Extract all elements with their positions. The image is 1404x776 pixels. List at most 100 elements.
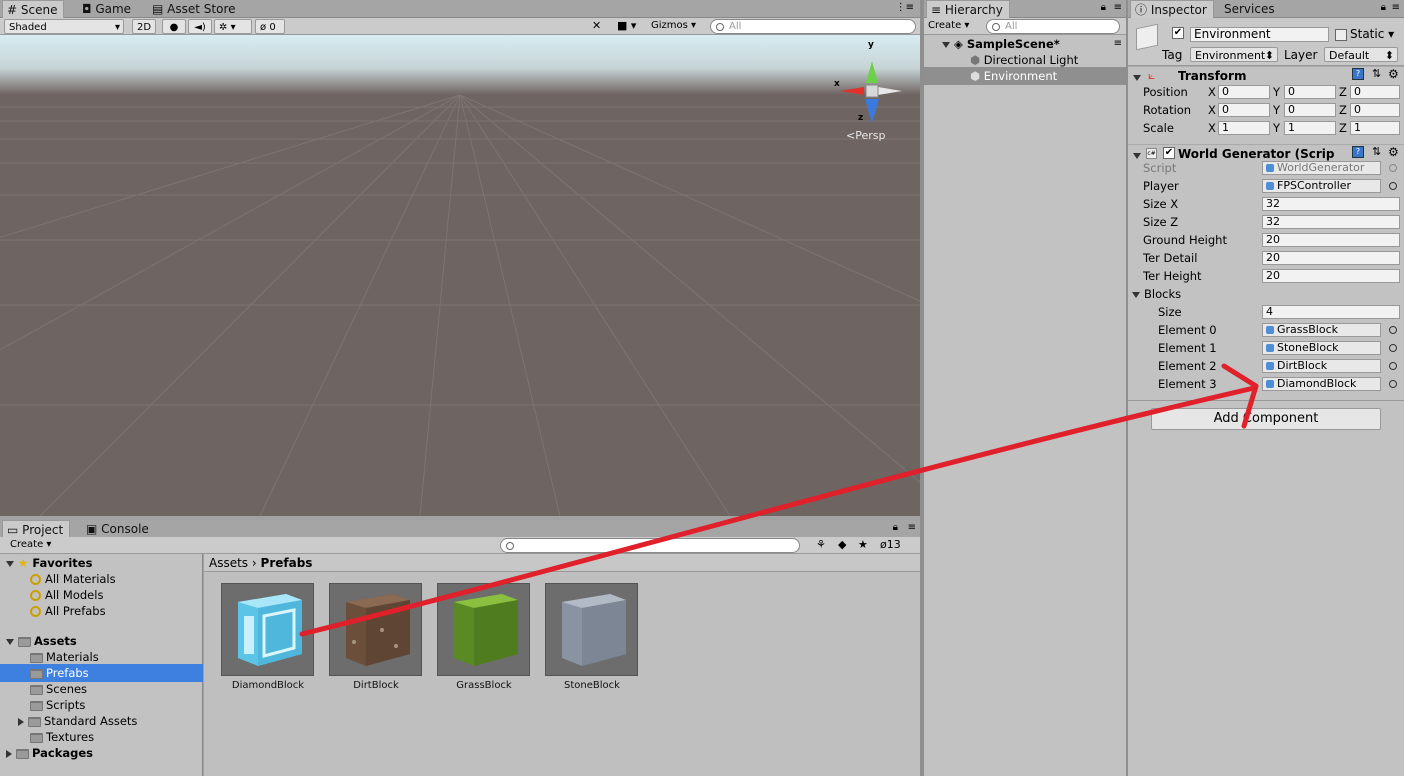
scale-y-field[interactable]: 1 <box>1284 121 1336 135</box>
project-search-input[interactable] <box>500 538 800 553</box>
active-checkbox[interactable]: ✔ <box>1172 27 1184 39</box>
lock-icon[interactable]: 🔒︎ <box>893 522 898 533</box>
transform-component-header[interactable]: ⟀ Transform ? ⇅ ⚙ <box>1128 66 1404 84</box>
tab-console[interactable]: ▣ Console <box>82 520 155 538</box>
element-2-field[interactable]: DirtBlock <box>1262 359 1381 373</box>
player-field[interactable]: FPSController <box>1262 179 1381 193</box>
object-picker-icon[interactable] <box>1389 362 1397 370</box>
tag-dropdown[interactable]: Environment ⬍ <box>1190 47 1278 62</box>
projection-toggle[interactable]: <Persp <box>846 129 885 142</box>
gamepad-icon: ◘ <box>82 2 92 16</box>
breadcrumb-prefabs[interactable]: Prefabs <box>261 556 313 570</box>
audio-toggle[interactable]: ◄) <box>188 19 212 34</box>
tab-asset-store[interactable]: ▤ Asset Store <box>148 0 242 18</box>
tab-game[interactable]: ◘ Game <box>78 0 137 18</box>
ter-detail-field[interactable]: 20 <box>1262 251 1400 265</box>
gear-icon[interactable]: ⚙ <box>1388 145 1399 159</box>
hidden-objects-toggle[interactable]: ø 0 <box>255 19 285 34</box>
prefab-thumbnail-diamondblock[interactable] <box>221 583 314 676</box>
rotation-z-field[interactable]: 0 <box>1350 103 1400 117</box>
search-icon <box>30 574 41 585</box>
help-icon[interactable]: ? <box>1352 146 1364 158</box>
favorite-item-all-prefabs[interactable]: All Prefabs <box>30 602 106 620</box>
tab-scene[interactable]: # Scene <box>2 0 65 18</box>
gear-icon[interactable]: ⚙ <box>1388 67 1399 81</box>
object-picker-icon[interactable] <box>1389 326 1397 334</box>
object-picker-icon[interactable] <box>1389 344 1397 352</box>
element-1-field[interactable]: StoneBlock <box>1262 341 1381 355</box>
tab-project[interactable]: ▭ Project <box>2 520 71 538</box>
object-name-field[interactable]: Environment <box>1190 27 1329 42</box>
breadcrumb-assets[interactable]: Assets <box>209 556 248 570</box>
size-x-field[interactable]: 32 <box>1262 197 1400 211</box>
static-checkbox[interactable] <box>1335 29 1347 41</box>
gameobject-cube-icon: ⬢ <box>970 69 981 83</box>
breadcrumb-separator-icon: › <box>251 556 257 570</box>
blocks-foldout[interactable]: Blocks <box>1132 285 1181 303</box>
component-enabled-checkbox[interactable]: ✔ <box>1163 147 1175 159</box>
hidden-packages-toggle[interactable]: ø13 <box>880 538 901 551</box>
element-3-field[interactable]: DiamondBlock <box>1262 377 1381 391</box>
packages-header[interactable]: Packages <box>6 744 93 762</box>
scene-search-input[interactable]: All <box>710 19 916 34</box>
store-icon: ▤ <box>152 2 164 16</box>
view-gizmo[interactable]: y x z <box>830 40 910 129</box>
panel-menu-icon[interactable]: ≡ <box>1114 2 1122 13</box>
star-icon[interactable]: ★ <box>858 538 868 551</box>
object-picker-icon[interactable] <box>1389 380 1397 388</box>
panel-menu-icon[interactable]: ≡ <box>1392 2 1400 13</box>
shading-mode-dropdown[interactable]: Shaded ▾ <box>4 19 124 34</box>
scale-x-field[interactable]: 1 <box>1218 121 1270 135</box>
help-icon[interactable]: ? <box>1352 68 1364 80</box>
project-create-dropdown[interactable]: Create ▾ <box>10 539 51 550</box>
panel-menu-icon[interactable]: ≡ <box>908 522 916 533</box>
element-1-label: Element 1 <box>1158 341 1217 355</box>
hierarchy-toolbar: Create ▾ All <box>924 18 1126 35</box>
preset-icon[interactable]: ⇅ <box>1372 145 1381 158</box>
prefab-thumbnail-grassblock[interactable] <box>437 583 530 676</box>
gizmo-axis-z-label: z <box>858 113 864 123</box>
scale-z-field[interactable]: 1 <box>1350 121 1400 135</box>
rotation-y-field[interactable]: 0 <box>1284 103 1336 117</box>
gizmos-dropdown[interactable]: Gizmos ▾ <box>651 20 696 31</box>
preset-icon[interactable]: ⇅ <box>1372 67 1381 80</box>
position-x-field[interactable]: 0 <box>1218 85 1270 99</box>
search-icon <box>30 590 41 601</box>
cube-icon <box>346 594 410 666</box>
filter-by-label-icon[interactable]: ◆ <box>838 538 846 551</box>
camera-dropdown[interactable]: ■ ▾ <box>617 19 636 32</box>
position-y-field[interactable]: 0 <box>1284 85 1336 99</box>
rotation-x-field[interactable]: 0 <box>1218 103 1270 117</box>
hierarchy-item-environment[interactable]: ⬢ Environment <box>924 67 1126 85</box>
folder-icon: ▭ <box>7 523 19 537</box>
tools-icon[interactable]: ✕ <box>592 19 601 32</box>
lock-icon[interactable]: 🔒︎ <box>1101 2 1106 13</box>
blocks-size-field[interactable]: 4 <box>1262 305 1400 319</box>
ground-height-field[interactable]: 20 <box>1262 233 1400 247</box>
element-0-field[interactable]: GrassBlock <box>1262 323 1381 337</box>
effects-dropdown[interactable]: ✲ ▾ <box>214 19 252 34</box>
panel-menu-icon[interactable]: ⋮≡ <box>896 2 914 13</box>
filter-by-type-icon[interactable]: ⚘ <box>816 538 826 551</box>
prefab-thumbnail-dirtblock[interactable] <box>329 583 422 676</box>
tab-services[interactable]: Services <box>1220 0 1281 18</box>
prefab-thumbnail-stoneblock[interactable] <box>545 583 638 676</box>
tab-inspector[interactable]: ⓘ Inspector <box>1130 0 1214 18</box>
fold-arrow-icon <box>6 638 14 645</box>
tab-hierarchy[interactable]: ≡ Hierarchy <box>926 0 1010 18</box>
transform-position-label: Position <box>1143 85 1188 99</box>
2d-toggle[interactable]: 2D <box>132 19 157 34</box>
ter-height-field[interactable]: 20 <box>1262 269 1400 283</box>
layer-dropdown[interactable]: Default ⬍ <box>1324 47 1398 62</box>
object-picker-icon[interactable] <box>1389 182 1397 190</box>
hierarchy-search-input[interactable]: All <box>986 19 1120 34</box>
size-z-field[interactable]: 32 <box>1262 215 1400 229</box>
console-icon: ▣ <box>86 522 98 536</box>
lock-icon[interactable]: 🔒︎ <box>1381 2 1386 13</box>
scene-menu-icon[interactable]: ≡ <box>1114 38 1122 49</box>
scene-viewport[interactable]: y x z <Persp <box>0 35 920 516</box>
lighting-toggle[interactable]: ● <box>162 19 186 34</box>
hierarchy-create-dropdown[interactable]: Create ▾ <box>928 20 969 31</box>
position-z-field[interactable]: 0 <box>1350 85 1400 99</box>
add-component-button[interactable]: Add Component <box>1151 408 1381 430</box>
